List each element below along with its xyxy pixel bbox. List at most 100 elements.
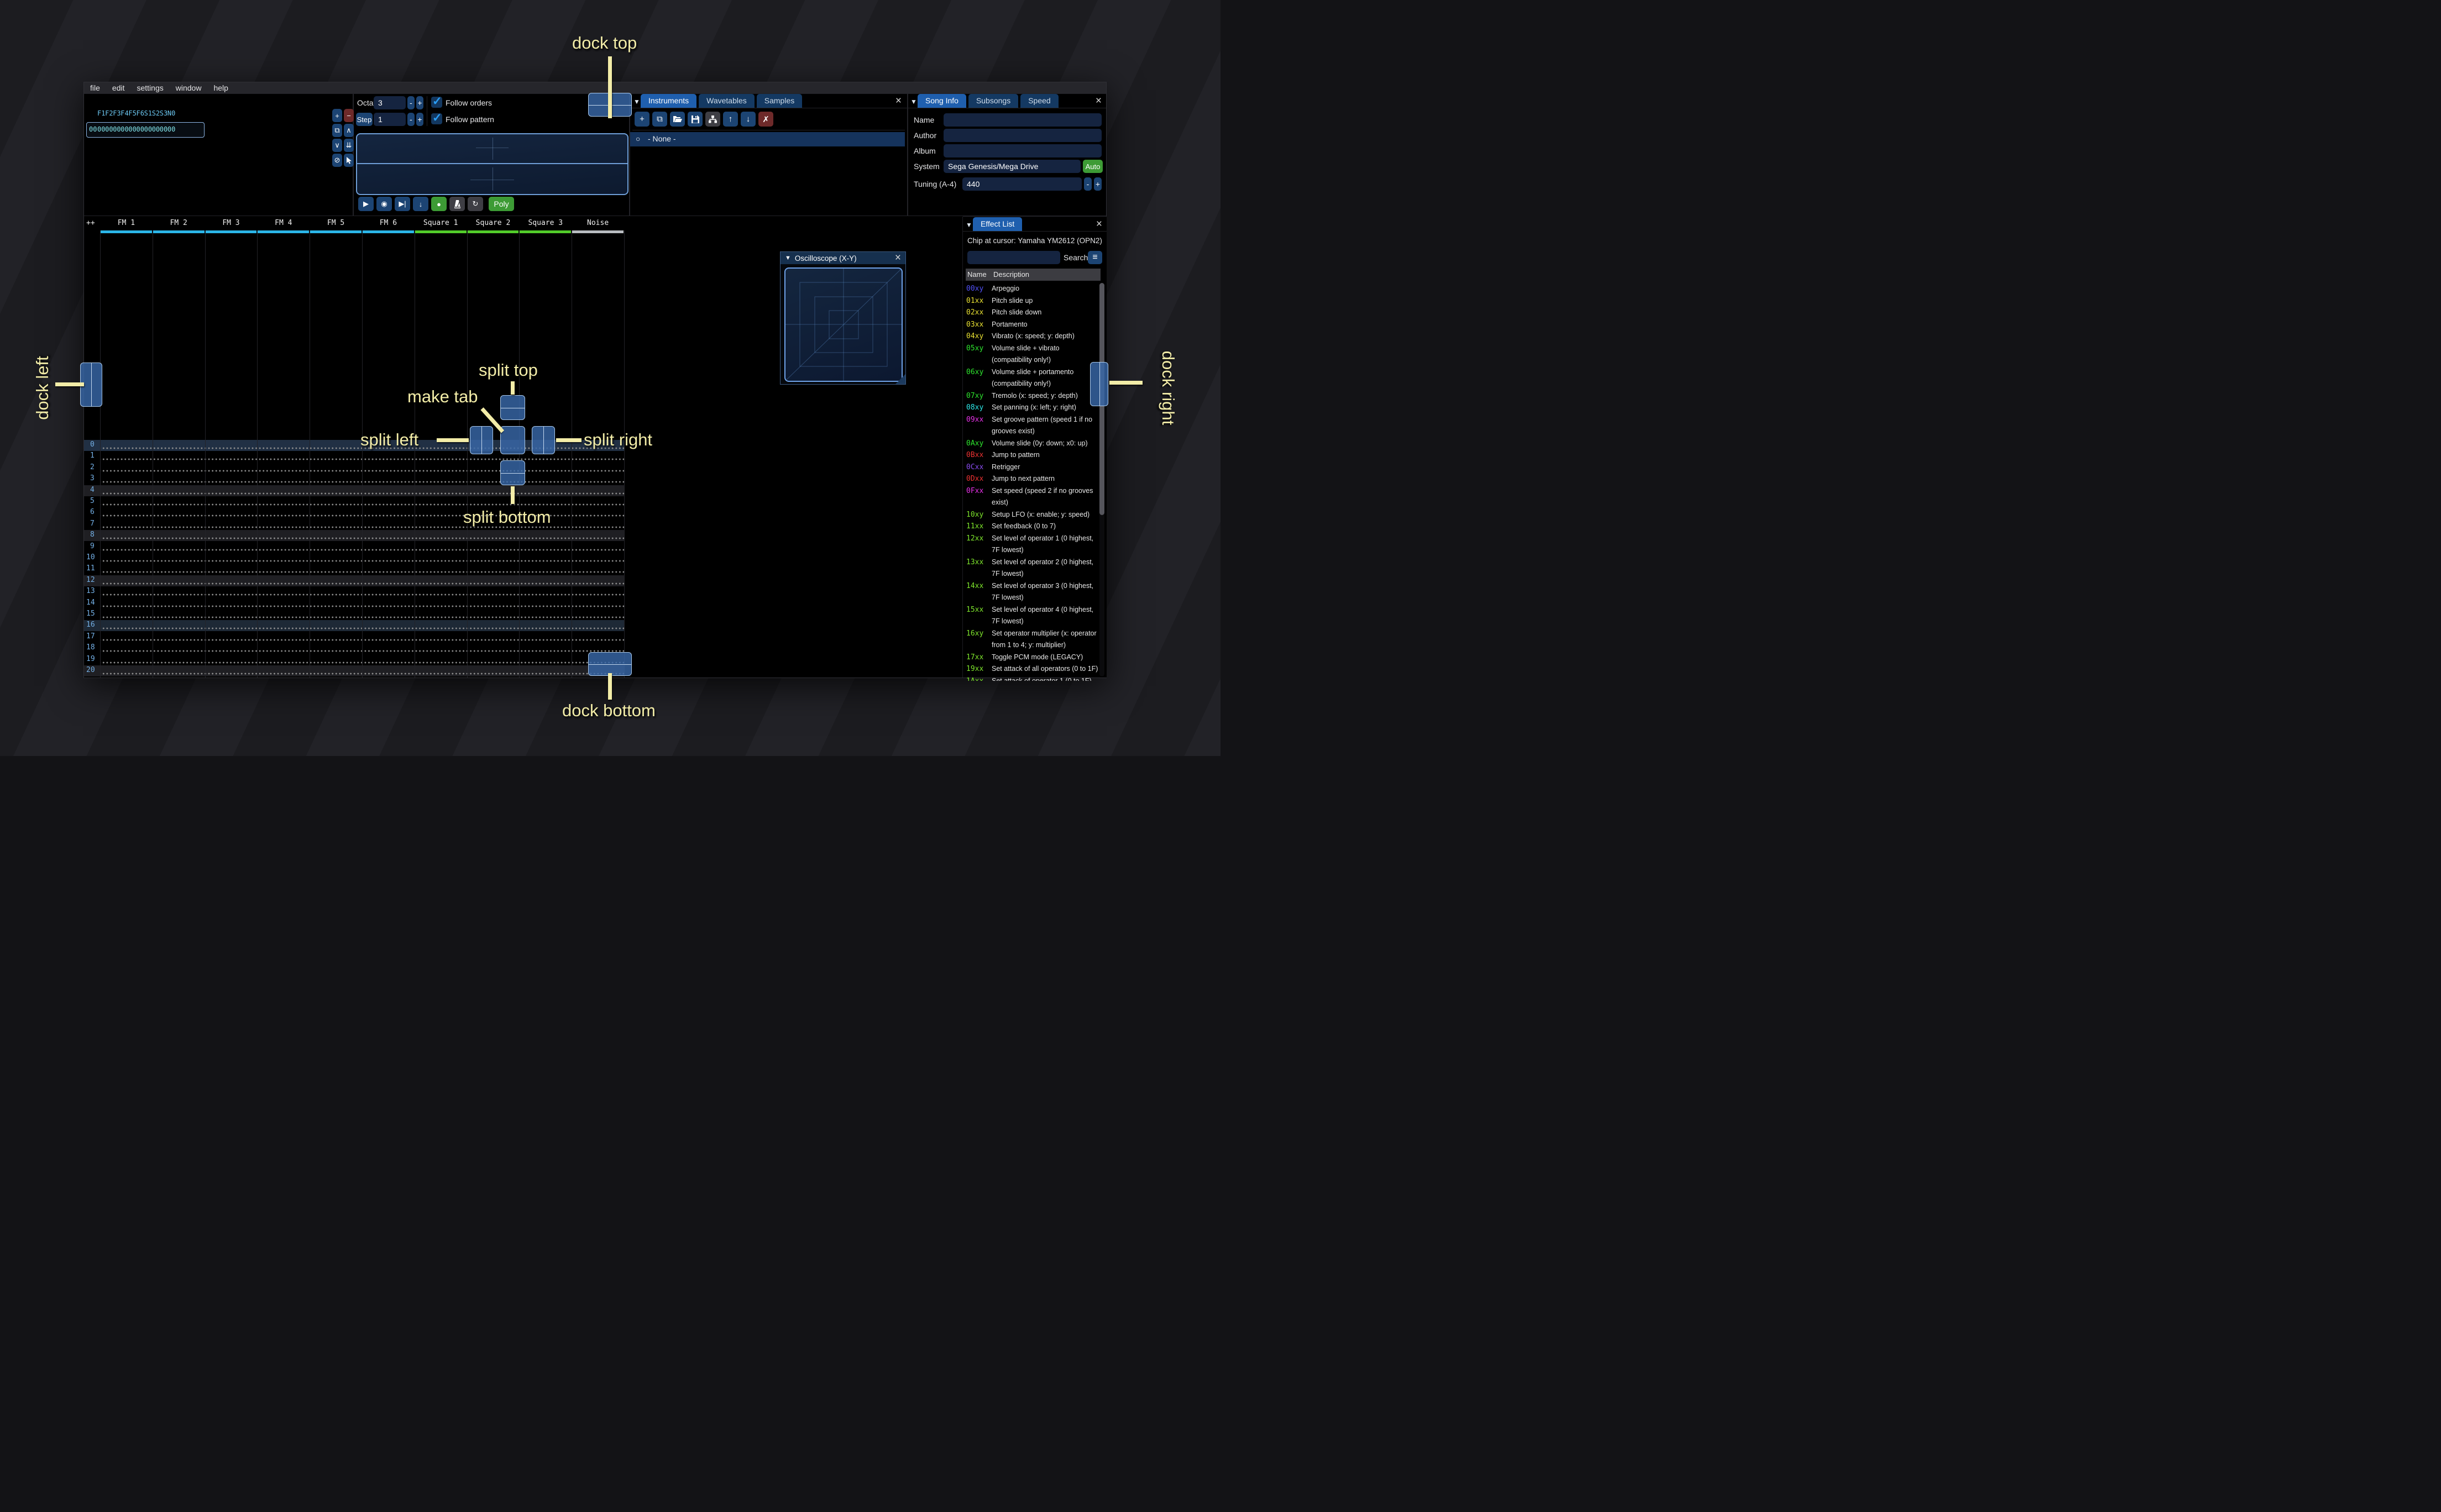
- channel-header-noise[interactable]: Noise: [572, 219, 624, 227]
- menu-item-file[interactable]: file: [84, 83, 106, 92]
- duplicate-instrument-button[interactable]: ⧉: [652, 112, 667, 127]
- collapse-icon[interactable]: ▼: [633, 98, 640, 106]
- order-cell[interactable]: 00: [152, 125, 160, 133]
- pattern-corner-button[interactable]: ++: [86, 219, 95, 227]
- effect-search-input[interactable]: [967, 251, 1060, 264]
- effect-row[interactable]: 02xx Pitch slide down: [966, 307, 1101, 319]
- close-icon[interactable]: ×: [1096, 96, 1102, 106]
- octave-plus-button[interactable]: +: [416, 96, 423, 109]
- order-cell[interactable]: 00: [97, 125, 105, 133]
- effect-row[interactable]: 13xx Set level of operator 2 (0 highest, …: [966, 556, 1101, 580]
- effect-table-header[interactable]: Name Description: [966, 269, 1101, 281]
- repeat-pattern-button[interactable]: ↻: [468, 197, 483, 211]
- close-icon[interactable]: ×: [895, 96, 902, 106]
- pattern-row[interactable]: 2: [84, 462, 624, 474]
- effect-row[interactable]: 17xx Toggle PCM mode (LEGACY): [966, 652, 1101, 664]
- channel-header-square-3[interactable]: Square 3: [519, 219, 572, 227]
- order-row-number[interactable]: 00: [89, 125, 97, 133]
- remove-order-button[interactable]: −: [344, 109, 354, 122]
- hamburger-menu-icon[interactable]: ≡: [1088, 251, 1102, 264]
- dock-split-right-target[interactable]: [532, 426, 555, 454]
- dock-split-left-target[interactable]: [470, 426, 493, 454]
- effect-row[interactable]: 05xy Volume slide + vibrato (compatibilit…: [966, 343, 1101, 366]
- effect-row[interactable]: 0Cxx Retrigger: [966, 461, 1101, 474]
- effect-row[interactable]: 0Bxx Jump to pattern: [966, 449, 1101, 461]
- effect-row[interactable]: 0Fxx Set speed (speed 2 if no grooves exi…: [966, 485, 1101, 509]
- effect-row[interactable]: 00xy Arpeggio: [966, 283, 1101, 295]
- collapse-icon[interactable]: ▼: [785, 255, 791, 261]
- tuning-plus-button[interactable]: +: [1094, 177, 1102, 191]
- pattern-row[interactable]: 20: [84, 665, 624, 676]
- dock-split-top-target[interactable]: [500, 395, 525, 420]
- effect-row[interactable]: 16xy Set operator multiplier (x: operator…: [966, 628, 1101, 652]
- channel-header-fm-6[interactable]: FM 6: [362, 219, 415, 227]
- order-cell[interactable]: 00: [121, 125, 128, 133]
- order-cell[interactable]: 00: [167, 125, 175, 133]
- effect-row[interactable]: 01xx Pitch slide up: [966, 295, 1101, 307]
- effect-row[interactable]: 07xy Tremolo (x: speed; y: depth): [966, 390, 1101, 402]
- step-plus-button[interactable]: +: [416, 113, 423, 126]
- tab-wavetables[interactable]: Wavetables: [699, 94, 755, 108]
- effect-row[interactable]: 1Axx Set attack of operator 1 (0 to 1F): [966, 675, 1101, 681]
- move-instrument-up-button[interactable]: ↑: [723, 112, 738, 127]
- close-icon[interactable]: ×: [895, 253, 901, 263]
- collapse-icon[interactable]: ▼: [966, 221, 972, 229]
- play-button[interactable]: ▶: [358, 197, 374, 211]
- step-row-button[interactable]: ↓: [413, 197, 428, 211]
- pattern-row[interactable]: 15: [84, 609, 624, 620]
- album-input[interactable]: [944, 144, 1102, 158]
- instrument-type-button[interactable]: [705, 112, 720, 127]
- effect-row[interactable]: 09xx Set groove pattern (speed 1 if no gr…: [966, 414, 1101, 438]
- channel-header-fm-2[interactable]: FM 2: [153, 219, 205, 227]
- open-instrument-button[interactable]: [670, 112, 685, 127]
- octave-input[interactable]: 3: [374, 96, 406, 109]
- channel-header-fm-3[interactable]: FM 3: [205, 219, 258, 227]
- save-instrument-button[interactable]: [688, 112, 703, 127]
- dock-split-bottom-target[interactable]: [500, 460, 525, 485]
- order-cell[interactable]: 00: [137, 125, 144, 133]
- dock-bottom-target[interactable]: [588, 652, 632, 676]
- close-icon[interactable]: ×: [1096, 219, 1102, 229]
- tab-instruments[interactable]: Instruments: [641, 94, 697, 108]
- effect-row[interactable]: 04xy Vibrato (x: speed; y: depth): [966, 330, 1101, 343]
- collapse-icon[interactable]: ▼: [910, 98, 917, 106]
- menu-item-help[interactable]: help: [207, 83, 234, 92]
- system-input[interactable]: Sega Genesis/Mega Drive: [944, 160, 1081, 173]
- pattern-row[interactable]: 12: [84, 575, 624, 586]
- tab-speed[interactable]: Speed: [1020, 94, 1059, 108]
- tab-effect-list[interactable]: Effect List: [973, 217, 1023, 231]
- pattern-row[interactable]: 14: [84, 597, 624, 609]
- effect-list-rows[interactable]: 00xy Arpeggio 01xx Pitch slide up 02xx Pitch …: [966, 283, 1101, 681]
- effect-row[interactable]: 08xy Set panning (x: left; y: right): [966, 402, 1101, 414]
- author-input[interactable]: [944, 129, 1102, 142]
- pattern-row[interactable]: 13: [84, 586, 624, 598]
- channel-header-fm-1[interactable]: FM 1: [100, 219, 153, 227]
- oscilloscope-window[interactable]: ▼ Oscilloscope (X-Y) ×: [780, 251, 906, 385]
- pattern-row[interactable]: 5: [84, 496, 624, 507]
- order-cell[interactable]: 00: [105, 125, 113, 133]
- pattern-row[interactable]: 4: [84, 485, 624, 496]
- duplicate-end-button[interactable]: ⇊: [344, 139, 354, 152]
- order-cell[interactable]: 00: [113, 125, 121, 133]
- effect-row[interactable]: 11xx Set feedback (0 to 7): [966, 521, 1101, 533]
- metronome-button[interactable]: [449, 197, 465, 211]
- effect-row[interactable]: 14xx Set level of operator 3 (0 highest, …: [966, 580, 1101, 604]
- step-input[interactable]: 1: [374, 113, 406, 126]
- move-order-up-button[interactable]: ∧: [344, 124, 354, 137]
- channel-header-fm-5[interactable]: FM 5: [310, 219, 362, 227]
- channel-header-square-1[interactable]: Square 1: [415, 219, 467, 227]
- follow-orders-checkbox[interactable]: [431, 95, 442, 108]
- order-edit-mode-button[interactable]: [344, 154, 354, 167]
- duplicate-order-button[interactable]: ⧉: [332, 124, 342, 137]
- tuning-minus-button[interactable]: -: [1084, 177, 1092, 191]
- order-cell[interactable]: 00: [144, 125, 152, 133]
- order-cell[interactable]: 00: [128, 125, 136, 133]
- pattern-row[interactable]: 3: [84, 474, 624, 485]
- name-input[interactable]: [944, 113, 1102, 127]
- oscilloscope-title-bar[interactable]: ▼ Oscilloscope (X-Y) ×: [781, 252, 905, 264]
- instrument-list-item[interactable]: ○ - None -: [630, 132, 905, 146]
- move-order-down-button[interactable]: ∨: [332, 139, 342, 152]
- add-order-button[interactable]: +: [332, 109, 342, 122]
- menu-item-settings[interactable]: settings: [130, 83, 169, 92]
- effect-row[interactable]: 10xy Setup LFO (x: enable; y: speed): [966, 509, 1101, 521]
